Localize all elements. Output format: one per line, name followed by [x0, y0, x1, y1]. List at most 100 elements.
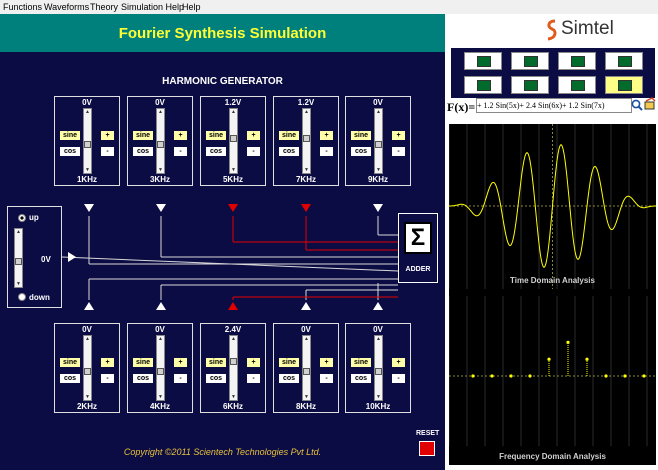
cos-button[interactable]: cos — [206, 147, 226, 156]
cos-button[interactable]: cos — [133, 147, 153, 156]
slider-thumb[interactable] — [230, 358, 237, 365]
cos-button[interactable]: cos — [279, 147, 299, 156]
slider-up-arrow-icon[interactable]: ▲ — [15, 229, 22, 235]
sine-button[interactable]: sine — [206, 358, 226, 367]
slider-thumb[interactable] — [157, 141, 164, 148]
formula-field[interactable]: + 1.2 Sin(5x)+ 2.4 Sin(6x)+ 1.2 Sin(7x) — [476, 98, 632, 113]
decrease-button[interactable]: - — [101, 147, 114, 156]
cos-button[interactable]: cos — [133, 374, 153, 383]
slider-up-arrow-icon[interactable]: ▲ — [303, 109, 310, 115]
waveform-button-square[interactable] — [511, 52, 549, 70]
slider-up-arrow-icon[interactable]: ▲ — [157, 109, 164, 115]
decrease-button[interactable]: - — [247, 374, 260, 383]
slider-up-arrow-icon[interactable]: ▲ — [230, 109, 237, 115]
cos-button[interactable]: cos — [60, 374, 80, 383]
slider-down-arrow-icon[interactable]: ▼ — [157, 394, 164, 400]
amplitude-slider[interactable]: ▲ ▼ — [374, 335, 383, 401]
decrease-button[interactable]: - — [320, 374, 333, 383]
sine-button[interactable]: sine — [206, 131, 226, 140]
increase-button[interactable]: + — [247, 358, 260, 367]
paint-icon[interactable] — [643, 97, 657, 111]
sine-button[interactable]: sine — [351, 131, 371, 140]
decrease-button[interactable]: - — [174, 374, 187, 383]
cos-button[interactable]: cos — [206, 374, 226, 383]
waveform-button-triangle[interactable] — [558, 52, 596, 70]
dc-slider-thumb[interactable] — [15, 258, 22, 265]
slider-up-arrow-icon[interactable]: ▲ — [157, 336, 164, 342]
sine-button[interactable]: sine — [133, 358, 153, 367]
sine-button[interactable]: sine — [351, 358, 371, 367]
slider-down-arrow-icon[interactable]: ▼ — [303, 394, 310, 400]
waveform-button-full-rectified[interactable] — [511, 76, 549, 94]
cos-button[interactable]: cos — [351, 374, 371, 383]
slider-up-arrow-icon[interactable]: ▲ — [375, 109, 382, 115]
slider-thumb[interactable] — [157, 368, 164, 375]
slider-up-arrow-icon[interactable]: ▲ — [303, 336, 310, 342]
sine-button[interactable]: sine — [133, 131, 153, 140]
increase-button[interactable]: + — [247, 131, 260, 140]
slider-thumb[interactable] — [375, 368, 382, 375]
slider-down-arrow-icon[interactable]: ▼ — [375, 167, 382, 173]
amplitude-slider[interactable]: ▲ ▼ — [83, 108, 92, 174]
waveform-button-custom[interactable] — [605, 76, 643, 94]
amplitude-slider[interactable]: ▲ ▼ — [83, 335, 92, 401]
sine-button[interactable]: sine — [60, 358, 80, 367]
slider-thumb[interactable] — [84, 368, 91, 375]
menu-theory[interactable]: Theory — [90, 2, 118, 12]
increase-button[interactable]: + — [392, 358, 405, 367]
waveform-button-pulse[interactable] — [605, 52, 643, 70]
increase-button[interactable]: + — [101, 131, 114, 140]
increase-button[interactable]: + — [174, 131, 187, 140]
amplitude-slider[interactable]: ▲ ▼ — [229, 335, 238, 401]
slider-thumb[interactable] — [303, 135, 310, 142]
up-radio[interactable] — [17, 213, 27, 223]
menu-help[interactable]: Help — [182, 2, 201, 12]
increase-button[interactable]: + — [320, 358, 333, 367]
amplitude-slider[interactable]: ▲ ▼ — [156, 108, 165, 174]
increase-button[interactable]: + — [101, 358, 114, 367]
cos-button[interactable]: cos — [279, 374, 299, 383]
dc-slider[interactable]: ▲ ▼ — [14, 228, 23, 288]
sine-button[interactable]: sine — [279, 358, 299, 367]
slider-down-arrow-icon[interactable]: ▼ — [84, 167, 91, 173]
slider-thumb[interactable] — [303, 368, 310, 375]
increase-button[interactable]: + — [174, 358, 187, 367]
slider-down-arrow-icon[interactable]: ▼ — [230, 394, 237, 400]
decrease-button[interactable]: - — [392, 147, 405, 156]
slider-down-arrow-icon[interactable]: ▼ — [84, 394, 91, 400]
slider-down-arrow-icon[interactable]: ▼ — [15, 281, 22, 287]
waveform-button-sawtooth[interactable] — [464, 76, 502, 94]
slider-up-arrow-icon[interactable]: ▲ — [84, 336, 91, 342]
menu-simulation-help[interactable]: Simulation Help — [121, 2, 184, 12]
amplitude-slider[interactable]: ▲ ▼ — [229, 108, 238, 174]
waveform-button-sine[interactable] — [464, 52, 502, 70]
slider-down-arrow-icon[interactable]: ▼ — [157, 167, 164, 173]
slider-up-arrow-icon[interactable]: ▲ — [230, 336, 237, 342]
amplitude-slider[interactable]: ▲ ▼ — [374, 108, 383, 174]
decrease-button[interactable]: - — [101, 374, 114, 383]
amplitude-slider[interactable]: ▲ ▼ — [156, 335, 165, 401]
search-icon[interactable] — [631, 99, 643, 111]
cos-button[interactable]: cos — [351, 147, 371, 156]
sine-button[interactable]: sine — [60, 131, 80, 140]
decrease-button[interactable]: - — [320, 147, 333, 156]
decrease-button[interactable]: - — [392, 374, 405, 383]
slider-down-arrow-icon[interactable]: ▼ — [375, 394, 382, 400]
cos-button[interactable]: cos — [60, 147, 80, 156]
increase-button[interactable]: + — [320, 131, 333, 140]
slider-thumb[interactable] — [84, 141, 91, 148]
decrease-button[interactable]: - — [174, 147, 187, 156]
menu-functions[interactable]: Functions — [3, 2, 42, 12]
slider-down-arrow-icon[interactable]: ▼ — [230, 167, 237, 173]
slider-up-arrow-icon[interactable]: ▲ — [84, 109, 91, 115]
decrease-button[interactable]: - — [247, 147, 260, 156]
menu-waveforms[interactable]: Waveforms — [44, 2, 89, 12]
slider-thumb[interactable] — [230, 135, 237, 142]
waveform-button-half-rectified[interactable] — [558, 76, 596, 94]
sine-button[interactable]: sine — [279, 131, 299, 140]
amplitude-slider[interactable]: ▲ ▼ — [302, 335, 311, 401]
amplitude-slider[interactable]: ▲ ▼ — [302, 108, 311, 174]
slider-down-arrow-icon[interactable]: ▼ — [303, 167, 310, 173]
slider-thumb[interactable] — [375, 141, 382, 148]
increase-button[interactable]: + — [392, 131, 405, 140]
